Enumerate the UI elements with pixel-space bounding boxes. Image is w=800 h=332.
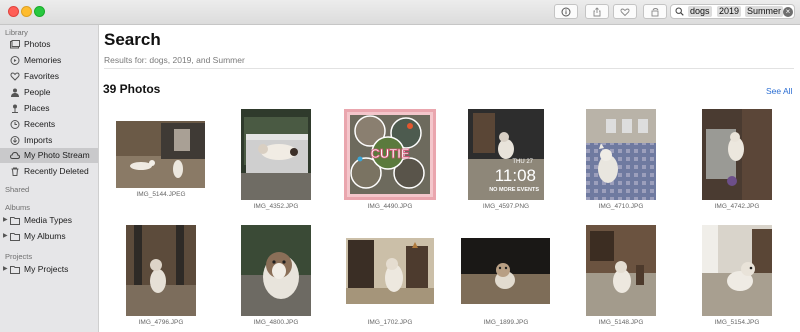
photo-filename: IMG_4796.JPG: [138, 319, 184, 326]
sidebar-item-label: My Projects: [24, 264, 69, 274]
sidebar-item-label: Imports: [24, 135, 53, 145]
sidebar-item-my-albums[interactable]: ▶ My Albums: [0, 229, 98, 244]
cutie-sticker-text: CUTIE: [371, 146, 410, 161]
see-all-link[interactable]: See All: [766, 86, 792, 96]
photo-thumbnail[interactable]: [586, 225, 656, 316]
info-icon: [561, 7, 571, 16]
photo-filename: IMG_4800.JPG: [253, 319, 299, 326]
sidebar-item-photos[interactable]: Photos: [0, 37, 98, 52]
folder-icon: [10, 233, 20, 241]
sidebar-item-imports[interactable]: Imports: [0, 133, 98, 148]
photo-thumbnail[interactable]: [702, 109, 772, 200]
photo-thumbnail[interactable]: [461, 238, 550, 304]
photos-icon: [10, 40, 20, 49]
page-title: Search: [104, 30, 161, 49]
cloud-icon: [10, 151, 20, 159]
sidebar-item-recently-deleted[interactable]: Recently Deleted: [0, 164, 98, 179]
favorite-button[interactable]: [613, 4, 637, 19]
sidebar-item-label: Favorites: [24, 71, 59, 81]
photo-filename: IMG_5144.JPEG: [136, 191, 186, 198]
sidebar-item-label: Recents: [24, 119, 56, 129]
heart-icon: [620, 8, 630, 16]
sidebar-item-label: Photos: [24, 39, 51, 49]
minimize-window-button[interactable]: [21, 6, 32, 17]
sidebar-item-label: My Photo Stream: [24, 150, 90, 160]
search-token[interactable]: dogs: [688, 6, 712, 17]
sidebar-item-memories[interactable]: Memories: [0, 53, 98, 68]
search-token[interactable]: 2019: [717, 6, 742, 17]
photos-window: dogs 2019 Summer × Library Photos Memori…: [0, 0, 800, 332]
photo-thumbnail[interactable]: [116, 121, 205, 188]
sidebar-section-albums: Albums: [5, 203, 31, 212]
photo-thumbnail[interactable]: THU 27 11:08 NO MORE EVENTS: [468, 109, 544, 200]
title-bar: dogs 2019 Summer ×: [0, 0, 800, 25]
divider: [104, 68, 794, 69]
sidebar-item-label: Places: [24, 103, 50, 113]
heart-icon: [10, 72, 20, 81]
main-content: Search Results for: dogs, 2019, and Summ…: [99, 25, 800, 332]
sidebar: Library Photos Memories Favorites People…: [0, 25, 99, 332]
sidebar-item-my-projects[interactable]: ▶ My Projects: [0, 262, 98, 277]
rotate-button[interactable]: [643, 4, 667, 19]
memories-icon: [10, 56, 20, 65]
photo-filename: IMG_4710.JPG: [598, 203, 644, 210]
sidebar-item-label: Recently Deleted: [24, 166, 89, 176]
info-button[interactable]: [554, 4, 578, 19]
photo-count: 39 Photos: [103, 82, 161, 96]
lockscreen-date: THU 27: [512, 159, 533, 165]
sidebar-item-label: People: [24, 87, 51, 97]
import-icon: [10, 136, 20, 145]
sidebar-item-label: Media Types: [24, 215, 73, 225]
clear-icon[interactable]: ×: [783, 7, 793, 17]
disclosure-triangle-icon[interactable]: ▶: [3, 213, 8, 228]
photo-filename: IMG_4742.JPG: [714, 203, 760, 210]
results-subtitle: Results for: dogs, 2019, and Summer: [104, 55, 245, 65]
photo-thumbnail[interactable]: [346, 238, 434, 304]
search-field[interactable]: dogs 2019 Summer ×: [670, 4, 795, 19]
photo-filename: IMG_5154.JPG: [714, 319, 760, 326]
lockscreen-time: 11:08: [495, 166, 536, 185]
sidebar-item-my-photo-stream[interactable]: My Photo Stream: [0, 148, 98, 163]
photo-thumbnail[interactable]: [241, 225, 311, 316]
sidebar-section-library: Library: [5, 28, 28, 37]
photo-filename: IMG_5148.JPG: [598, 319, 644, 326]
search-icon: [675, 7, 684, 16]
sidebar-item-media-types[interactable]: ▶ Media Types: [0, 213, 98, 228]
sidebar-item-places[interactable]: Places: [0, 101, 98, 116]
lockscreen-note: NO MORE EVENTS: [489, 187, 539, 193]
zoom-window-button[interactable]: [34, 6, 45, 17]
rotate-icon: [651, 7, 659, 16]
disclosure-triangle-icon[interactable]: ▶: [3, 262, 8, 277]
photo-filename: IMG_1899.JPG: [483, 319, 529, 326]
photo-thumbnail[interactable]: [586, 109, 656, 200]
person-icon: [11, 88, 19, 97]
sidebar-item-label: My Albums: [24, 231, 66, 241]
sidebar-section-shared: Shared: [5, 185, 30, 194]
photo-filename: IMG_4597.PNG: [482, 203, 530, 210]
share-button[interactable]: [585, 4, 609, 19]
photo-filename: IMG_4490.JPG: [367, 203, 413, 210]
folder-icon: [10, 266, 20, 274]
close-window-button[interactable]: [8, 6, 19, 17]
photo-thumbnail[interactable]: [702, 225, 772, 316]
share-icon: [593, 6, 601, 16]
sidebar-item-people[interactable]: People: [0, 85, 98, 100]
photo-thumbnail[interactable]: [126, 225, 196, 316]
photo-filename: IMG_4352.JPG: [253, 203, 299, 210]
photo-thumbnail[interactable]: [241, 109, 311, 200]
photo-filename: IMG_1702.JPG: [367, 319, 413, 326]
sidebar-item-label: Memories: [24, 55, 62, 65]
search-token[interactable]: Summer: [745, 6, 784, 17]
pin-icon: [12, 104, 18, 113]
folder-icon: [10, 217, 20, 225]
clock-icon: [10, 120, 20, 129]
trash-icon: [11, 167, 19, 176]
photo-thumbnail[interactable]: CUTIE: [344, 109, 436, 200]
sidebar-section-projects: Projects: [5, 252, 33, 261]
sidebar-item-favorites[interactable]: Favorites: [0, 69, 98, 84]
sidebar-item-recents[interactable]: Recents: [0, 117, 98, 132]
disclosure-triangle-icon[interactable]: ▶: [3, 229, 8, 244]
